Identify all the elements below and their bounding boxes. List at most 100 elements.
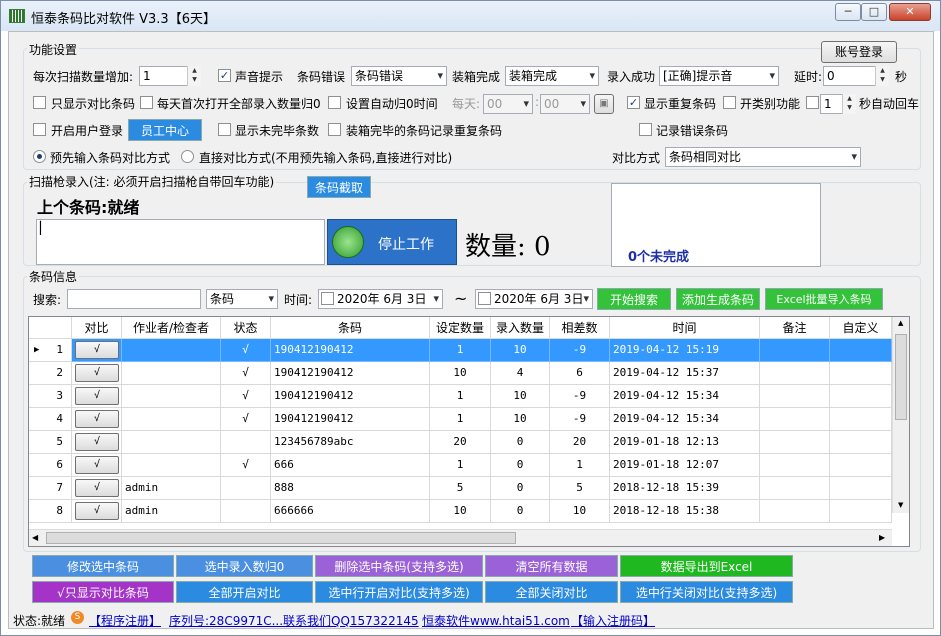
cell-input: 10	[491, 339, 550, 362]
date-to-picker[interactable]: 2020年 6月 3日	[475, 289, 593, 309]
register-link[interactable]: 【程序注册】	[89, 612, 161, 629]
reset-selected-button[interactable]: 选中录入数归0	[176, 555, 313, 577]
scan-input[interactable]: ▏	[36, 219, 325, 265]
search-type-select[interactable]: 条码	[206, 289, 278, 309]
serial-link[interactable]: 序列号:28C9971C...	[169, 612, 283, 629]
start-search-button[interactable]: 开始搜索	[597, 288, 671, 310]
column-header[interactable]: 设定数量	[430, 317, 491, 339]
account-login-button[interactable]: 账号登录	[821, 41, 897, 63]
compare-toggle-button[interactable]: √	[75, 387, 119, 405]
show-unfinished-checkbox[interactable]	[218, 123, 231, 136]
only-compare-label: 只显示对比条码	[51, 97, 136, 111]
cell-set: 1	[430, 385, 491, 408]
scroll-down-icon[interactable]: ▼	[898, 501, 903, 509]
compare-toggle-button[interactable]: √	[75, 456, 119, 474]
barcode-table[interactable]: 对比 作业者/检查者 状态 条码 设定数量 录入数量 相差数 时间 备注 自定义…	[28, 316, 910, 547]
compare-toggle-button[interactable]: √	[75, 410, 119, 428]
date-from-picker[interactable]: 2020年 6月 3日	[318, 289, 443, 309]
barcode-capture-button[interactable]: 条码截取	[307, 176, 371, 198]
compare-toggle-button[interactable]: √	[75, 479, 119, 497]
staff-center-button[interactable]: 员工中心	[128, 119, 202, 141]
compare-toggle-button[interactable]: √	[75, 502, 119, 520]
disable-all-button[interactable]: 全部关闭对比	[485, 581, 618, 603]
clear-all-button[interactable]: 清空所有数据	[485, 555, 618, 577]
minimize-button[interactable]: ─	[835, 3, 861, 21]
add-barcode-button[interactable]: 添加生成条码	[676, 288, 760, 310]
column-header[interactable]: 相差数	[550, 317, 610, 339]
auto-enter-checkbox[interactable]	[806, 96, 819, 109]
vertical-scrollbar[interactable]: ▲ ▼	[892, 317, 909, 513]
compare-toggle-button[interactable]: √	[75, 364, 119, 382]
date-from-checkbox[interactable]	[321, 292, 334, 305]
delete-selected-button[interactable]: 删除选中条码(支持多选)	[315, 555, 483, 577]
only-compare-checkbox[interactable]	[33, 96, 46, 109]
stop-work-button[interactable]: 停止工作	[327, 219, 457, 265]
box-dup-checkbox[interactable]	[328, 123, 341, 136]
category-func-checkbox[interactable]	[723, 96, 736, 109]
disable-selected-button[interactable]: 选中行关闭对比(支持多选)	[620, 581, 793, 603]
search-input[interactable]	[67, 289, 201, 309]
entry-success-select[interactable]: [正确]提示音	[659, 66, 779, 86]
maximize-button[interactable]: □	[861, 3, 887, 21]
only-show-compare-button[interactable]: √只显示对比条码	[32, 581, 174, 603]
column-header[interactable]: 状态	[221, 317, 271, 339]
mode-preinput-radio[interactable]	[33, 150, 46, 163]
show-duplicates-checkbox[interactable]: ✓	[627, 96, 640, 109]
cell-empty	[760, 477, 830, 500]
scroll-up-icon[interactable]: ▲	[898, 319, 903, 327]
table-row[interactable]: 2 √ √ 190412190412 10 4 6 2019-04-12 15:37	[29, 362, 892, 385]
time-label: 时间:	[284, 293, 313, 307]
compare-toggle-button[interactable]: √	[75, 341, 119, 359]
barcode-error-select[interactable]: 条码错误	[351, 66, 447, 86]
column-header[interactable]: 作业者/检查者	[122, 317, 221, 339]
compare-toggle-button[interactable]: √	[75, 433, 119, 451]
enable-selected-button[interactable]: 选中行开启对比(支持多选)	[315, 581, 483, 603]
scroll-right-icon[interactable]: ▶	[879, 533, 885, 542]
auto-reset-time-checkbox[interactable]	[328, 96, 341, 109]
box-complete-select[interactable]: 装箱完成	[505, 66, 599, 86]
scan-increment-spinner[interactable]: ▲ ▼	[187, 66, 201, 86]
table-row[interactable]: 7 √ admin 888 5 0 5 2018-12-18 15:39	[29, 477, 892, 500]
vertical-scroll-thumb[interactable]	[895, 334, 907, 420]
edit-selected-button[interactable]: 修改选中条码	[32, 555, 174, 577]
save-time-icon[interactable]: ▣	[594, 94, 614, 114]
daily-reset-checkbox[interactable]	[140, 96, 153, 109]
horizontal-scrollbar[interactable]: ◀ ▶	[29, 529, 892, 546]
column-header[interactable]: 时间	[610, 317, 760, 339]
record-errors-checkbox[interactable]	[639, 123, 652, 136]
delay-spinner[interactable]: ▲ ▼	[875, 66, 889, 86]
compare-method-select[interactable]: 条码相同对比	[665, 147, 861, 167]
auto-enter-spinner[interactable]: ▲ ▼	[842, 94, 856, 114]
cell-status	[221, 477, 271, 500]
enable-all-button[interactable]: 全部开启对比	[176, 581, 313, 603]
close-button[interactable]: ✕	[889, 3, 931, 21]
sound-prompt-checkbox[interactable]: ✓	[218, 69, 231, 82]
table-row[interactable]: 8 √ admin 666666 10 0 10 2018-12-18 15:38	[29, 500, 892, 523]
contact-link[interactable]: 联系我们QQ157322145	[283, 612, 419, 629]
mode-direct-radio[interactable]	[181, 150, 194, 163]
column-header[interactable]: 自定义	[830, 317, 892, 339]
scroll-left-icon[interactable]: ◀	[32, 533, 38, 542]
excel-import-button[interactable]: Excel批量导入条码	[765, 288, 883, 310]
table-row[interactable]: 6 √ √ 666 1 0 1 2019-01-18 12:07	[29, 454, 892, 477]
cell-status: √	[221, 385, 271, 408]
daily-reset-label: 每天首次打开全部录入数量归0	[157, 97, 321, 111]
table-row[interactable]: ▶ 1 √ √ 190412190412 1 10 -9 2019-04-12 15:19	[29, 339, 892, 362]
input-code-link[interactable]: 【输入注册码】	[571, 612, 655, 629]
horizontal-scroll-thumb[interactable]	[46, 532, 516, 544]
column-header[interactable]: 条码	[271, 317, 430, 339]
cell-set: 5	[430, 477, 491, 500]
current-row-arrow-icon: ▶	[34, 345, 40, 355]
export-excel-button[interactable]: 数据导出到Excel	[620, 555, 793, 577]
user-login-checkbox[interactable]	[33, 123, 46, 136]
website-link[interactable]: 恒泰软件www.htai51.com	[422, 612, 570, 629]
minute-select[interactable]: 00	[540, 94, 590, 114]
table-row[interactable]: 4 √ √ 190412190412 1 10 -9 2019-04-12 15:34	[29, 408, 892, 431]
table-row[interactable]: 3 √ √ 190412190412 1 10 -9 2019-04-12 15:34	[29, 385, 892, 408]
date-to-checkbox[interactable]	[478, 292, 491, 305]
hour-select[interactable]: 00	[483, 94, 533, 114]
table-row[interactable]: 5 √ 123456789abc 20 0 20 2019-01-18 12:13	[29, 431, 892, 454]
column-header[interactable]: 对比	[72, 317, 122, 339]
column-header[interactable]: 备注	[760, 317, 830, 339]
column-header[interactable]: 录入数量	[491, 317, 550, 339]
